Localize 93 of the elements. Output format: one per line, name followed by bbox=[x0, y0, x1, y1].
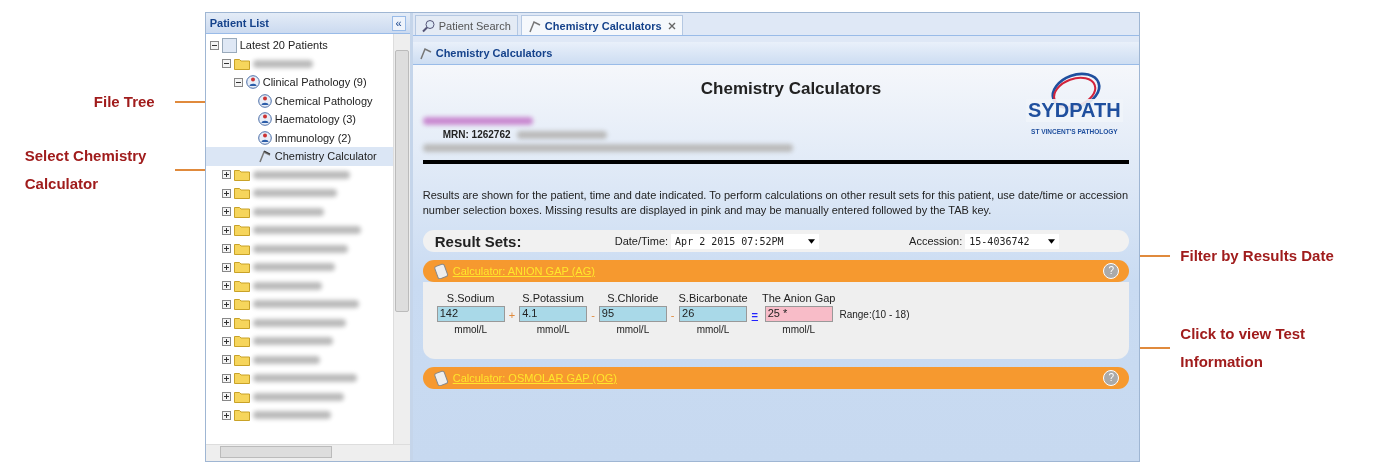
caret-icon bbox=[1048, 238, 1056, 244]
operator-sign: + bbox=[508, 308, 516, 321]
tree-toggle-icon[interactable] bbox=[221, 373, 231, 383]
leader-line bbox=[174, 169, 205, 171]
folder-icon bbox=[233, 187, 250, 200]
tree-toggle-icon[interactable] bbox=[221, 281, 231, 291]
tree-toggle-icon[interactable] bbox=[221, 225, 231, 235]
close-icon[interactable] bbox=[667, 21, 676, 30]
tree-toggle-icon[interactable] bbox=[221, 410, 231, 420]
mrn-label: MRN: 1262762 bbox=[442, 129, 511, 140]
annotation-label: Filter by Results Date bbox=[1180, 246, 1334, 266]
person-icon bbox=[257, 130, 272, 145]
field-label: S.Sodium bbox=[446, 292, 495, 304]
section-title: Result Sets: bbox=[434, 232, 523, 250]
annotation-label: Select Chemistry Calculator bbox=[24, 146, 148, 194]
tree-toggle-icon[interactable] bbox=[221, 392, 231, 402]
field-label: The Anion Gap bbox=[762, 292, 836, 304]
folder-icon bbox=[233, 353, 250, 366]
folder-icon bbox=[233, 372, 250, 385]
panel-title: Chemistry Calculators bbox=[435, 47, 553, 59]
operator-sign: - bbox=[591, 308, 595, 321]
redacted-name bbox=[252, 355, 320, 364]
folder-icon bbox=[233, 168, 250, 181]
tree-toggle-icon[interactable] bbox=[221, 355, 231, 365]
folder-icon bbox=[233, 57, 250, 70]
folder-icon bbox=[233, 205, 250, 218]
folder-icon bbox=[233, 261, 250, 274]
person-icon bbox=[257, 93, 272, 108]
tree-item[interactable]: Chemical Pathology bbox=[274, 94, 373, 107]
tree-toggle-icon[interactable] bbox=[221, 207, 231, 217]
unit-label: mmol/L bbox=[782, 324, 816, 335]
horizontal-scrollbar[interactable] bbox=[205, 444, 410, 461]
field-label: Date/Time: bbox=[614, 235, 669, 247]
folder-icon bbox=[233, 224, 250, 237]
tree-toggle-icon[interactable] bbox=[221, 318, 231, 328]
unit-label: mmol/L bbox=[536, 324, 570, 335]
folder-icon bbox=[233, 409, 250, 422]
redacted-name bbox=[252, 59, 313, 68]
vertical-scrollbar[interactable] bbox=[392, 34, 410, 444]
operator-sign: = bbox=[751, 308, 759, 321]
tree-item[interactable]: Latest 20 Patients bbox=[239, 39, 328, 52]
tree-toggle-icon[interactable] bbox=[221, 336, 231, 346]
panel-title: Patient List bbox=[209, 17, 269, 29]
redacted-name bbox=[252, 281, 322, 290]
person-icon bbox=[257, 112, 272, 127]
folder-icon bbox=[233, 335, 250, 348]
date-time-dropdown[interactable]: Apr 2 2015 07:52PM bbox=[671, 233, 820, 249]
tree-item[interactable]: Clinical Pathology (9) bbox=[262, 76, 367, 89]
field-label: S.Bicarbonate bbox=[678, 292, 748, 304]
leader-line bbox=[1140, 347, 1171, 349]
instructions-text: Results are shown for the patient, time and date indicated. To perform calculations on other result sets for this patient, use date/time or accession number selection boxes. Missing results are displayed in pink and may be manually entered followed by the TAB key. bbox=[422, 188, 1130, 218]
field-label: S.Chloride bbox=[607, 292, 659, 304]
person-icon bbox=[245, 75, 260, 90]
folder-icon bbox=[233, 316, 250, 329]
collapse-button[interactable]: « bbox=[391, 15, 406, 31]
redacted-name bbox=[252, 207, 324, 216]
annotation-label: Click to view Test Information bbox=[1180, 324, 1307, 372]
caret-icon bbox=[808, 238, 816, 244]
tree-toggle-icon[interactable] bbox=[221, 299, 231, 309]
list-icon bbox=[221, 37, 237, 53]
tree-toggle-icon[interactable] bbox=[233, 77, 243, 87]
input-field[interactable]: 95 bbox=[598, 306, 667, 322]
tree-toggle-icon[interactable] bbox=[221, 170, 231, 180]
leader-line bbox=[174, 101, 205, 103]
leader-line bbox=[1140, 255, 1171, 257]
accession-dropdown[interactable]: 15-4036742 bbox=[965, 233, 1060, 249]
input-field[interactable]: 4.1 bbox=[519, 306, 588, 322]
folder-icon bbox=[233, 242, 250, 255]
report-heading: Chemistry Calculators bbox=[699, 79, 883, 99]
input-field[interactable]: 25 * bbox=[764, 306, 833, 322]
unit-label: mmol/L bbox=[616, 324, 650, 335]
field-label: S.Potassium bbox=[522, 292, 584, 304]
tree-toggle-icon[interactable] bbox=[221, 188, 231, 198]
input-field[interactable]: 26 bbox=[679, 306, 748, 322]
tree-item[interactable]: Haematology (3) bbox=[274, 113, 357, 126]
tab[interactable]: Chemistry Calculators bbox=[520, 15, 683, 35]
input-field[interactable]: 142 bbox=[436, 306, 505, 322]
search-icon bbox=[421, 18, 436, 33]
annotation-label: File Tree bbox=[93, 92, 155, 112]
tree-toggle-icon[interactable] bbox=[221, 262, 231, 272]
tab[interactable]: Patient Search bbox=[414, 15, 518, 35]
range-label: Range:(10 - 18) bbox=[839, 309, 910, 320]
unit-label: mmol/L bbox=[696, 324, 730, 335]
field-label: Accession: bbox=[909, 235, 963, 247]
tree-toggle-icon[interactable] bbox=[221, 244, 231, 254]
operator-sign: - bbox=[670, 308, 675, 321]
tree-toggle-icon[interactable] bbox=[209, 40, 219, 50]
folder-icon bbox=[233, 390, 250, 403]
tree-item[interactable]: Immunology (2) bbox=[274, 131, 352, 144]
folder-icon bbox=[233, 298, 250, 311]
tree-toggle-icon[interactable] bbox=[221, 59, 231, 69]
unit-label: mmol/L bbox=[454, 324, 488, 335]
folder-icon bbox=[233, 279, 250, 292]
